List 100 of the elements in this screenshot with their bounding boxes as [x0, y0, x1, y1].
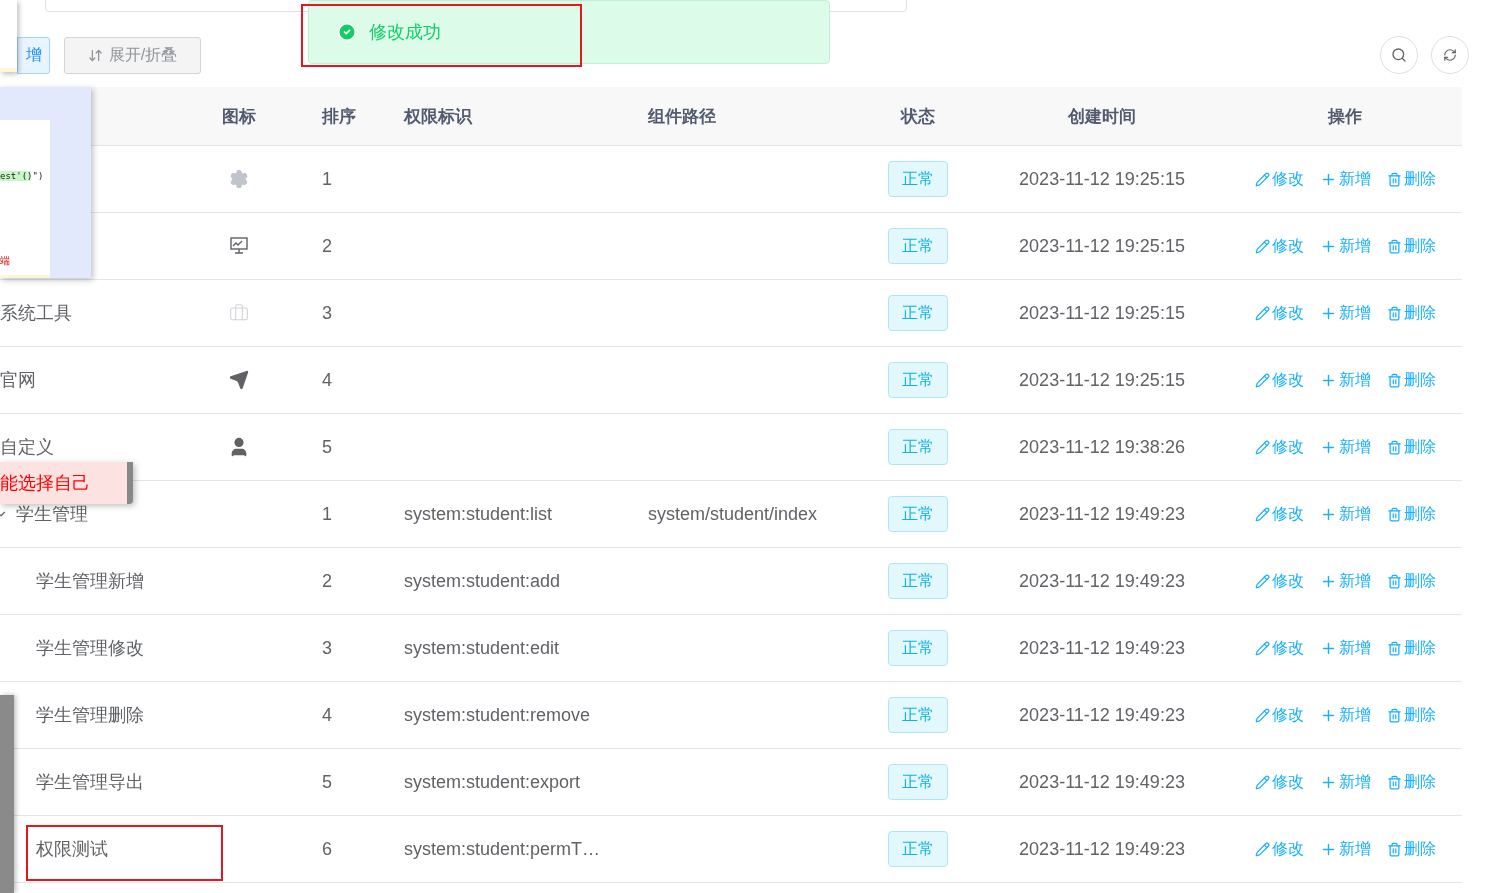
sort-number: 3	[322, 302, 332, 324]
sort-number: 1	[322, 168, 332, 190]
trash-icon	[1386, 372, 1402, 388]
menu-name: 系统工具	[0, 302, 72, 325]
chart-monitor-icon	[229, 236, 249, 256]
permission-key: system:student:remove	[404, 704, 591, 726]
edit-link[interactable]: 修改	[1254, 369, 1304, 391]
permission-key: system:student:export	[404, 771, 581, 793]
trash-icon	[1386, 439, 1402, 455]
permission-key: system:student:add	[404, 570, 561, 592]
trash-icon	[1386, 506, 1402, 522]
status-tag: 正常	[888, 228, 948, 264]
add-link[interactable]: 新增	[1319, 436, 1371, 458]
expand-collapse-button[interactable]: 展开/折叠	[64, 37, 201, 74]
delete-link[interactable]: 删除	[1386, 704, 1436, 726]
edit-link[interactable]: 修改	[1254, 637, 1304, 659]
add-link[interactable]: 新增	[1319, 570, 1371, 592]
edit-link[interactable]: 修改	[1254, 436, 1304, 458]
status-tag: 正常	[888, 563, 948, 599]
created-time: 2023-11-12 19:38:26	[1019, 436, 1185, 458]
permission-key: system:student:edit	[404, 637, 560, 659]
edit-link[interactable]: 修改	[1254, 771, 1304, 793]
trash-icon	[1386, 305, 1402, 321]
edit-link[interactable]: 修改	[1254, 838, 1304, 860]
column-header: 创建时间	[1068, 105, 1136, 128]
status-tag: 正常	[888, 295, 948, 331]
status-tag: 正常	[888, 697, 948, 733]
sort-icon	[87, 48, 103, 63]
trash-icon	[1386, 238, 1402, 254]
menu-name: 学生管理修改	[36, 637, 144, 660]
created-time: 2023-11-12 19:49:23	[1019, 503, 1185, 525]
sort-number: 5	[322, 436, 332, 458]
note-text: 端	[0, 254, 10, 268]
delete-link[interactable]: 删除	[1386, 570, 1436, 592]
column-header: 操作	[1328, 105, 1362, 128]
menu-name: 学生管理删除	[36, 704, 144, 727]
briefcase-icon	[229, 303, 249, 323]
delete-link[interactable]: 删除	[1386, 838, 1436, 860]
add-link[interactable]: 新增	[1319, 637, 1371, 659]
created-time: 2023-11-12 19:49:23	[1019, 838, 1185, 860]
refresh-icon	[1443, 48, 1457, 62]
menu-name: 自定义	[0, 436, 54, 459]
created-time: 2023-11-12 19:49:23	[1019, 570, 1185, 592]
component-path: system/student/index	[648, 503, 818, 525]
add-link[interactable]: 新增	[1319, 838, 1371, 860]
edit-link[interactable]: 修改	[1254, 704, 1304, 726]
edit-link[interactable]: 修改	[1254, 570, 1304, 592]
sort-number: 2	[322, 235, 332, 257]
menu-name: 学生管理	[16, 503, 88, 526]
menu-name: 学生管理导出	[36, 771, 144, 794]
add-link[interactable]: 新增	[1319, 302, 1371, 324]
add-link[interactable]: 新增	[1319, 235, 1371, 257]
delete-link[interactable]: 删除	[1386, 771, 1436, 793]
pencil-icon	[1254, 372, 1270, 388]
pencil-icon	[1254, 305, 1270, 321]
status-tag: 正常	[888, 429, 948, 465]
edit-link[interactable]: 修改	[1254, 503, 1304, 525]
delete-link[interactable]: 删除	[1386, 235, 1436, 257]
search-icon	[1391, 47, 1407, 63]
refresh-button[interactable]	[1431, 36, 1469, 74]
created-time: 2023-11-12 19:25:15	[1019, 369, 1185, 391]
pencil-icon	[1254, 774, 1270, 790]
add-link[interactable]: 新增	[1319, 771, 1371, 793]
pencil-icon	[1254, 707, 1270, 723]
add-button[interactable]: 增	[17, 37, 50, 74]
trash-icon	[1386, 573, 1402, 589]
add-link[interactable]: 新增	[1319, 369, 1371, 391]
edit-link[interactable]: 修改	[1254, 235, 1304, 257]
pencil-icon	[1254, 640, 1270, 656]
column-header: 权限标识	[404, 105, 472, 128]
delete-link[interactable]: 删除	[1386, 302, 1436, 324]
status-tag: 正常	[888, 496, 948, 532]
tooltip-message: 能选择自己	[0, 472, 90, 495]
edit-link[interactable]: 修改	[1254, 302, 1304, 324]
trash-icon	[1386, 171, 1402, 187]
sort-number: 4	[322, 704, 332, 726]
column-header: 状态	[901, 105, 935, 128]
status-tag: 正常	[888, 161, 948, 197]
column-header: 组件路径	[648, 105, 716, 128]
delete-link[interactable]: 删除	[1386, 637, 1436, 659]
delete-link[interactable]: 删除	[1386, 436, 1436, 458]
column-header: 排序	[322, 105, 356, 128]
created-time: 2023-11-12 19:49:23	[1019, 637, 1185, 659]
menu-name: 官网	[0, 369, 36, 392]
sort-number: 6	[322, 838, 332, 860]
add-link[interactable]: 新增	[1319, 503, 1371, 525]
add-link[interactable]: 新增	[1319, 168, 1371, 190]
edit-link[interactable]: 修改	[1254, 168, 1304, 190]
search-button[interactable]	[1380, 36, 1418, 74]
trash-icon	[1386, 640, 1402, 656]
pencil-icon	[1254, 506, 1270, 522]
sort-number: 1	[322, 503, 332, 525]
delete-link[interactable]: 删除	[1386, 369, 1436, 391]
add-link[interactable]: 新增	[1319, 704, 1371, 726]
trash-icon	[1386, 774, 1402, 790]
delete-link[interactable]: 删除	[1386, 168, 1436, 190]
toast-message: 修改成功	[369, 21, 441, 44]
code-text: est'()")	[0, 171, 44, 181]
paper-plane-icon	[229, 370, 249, 390]
delete-link[interactable]: 删除	[1386, 503, 1436, 525]
